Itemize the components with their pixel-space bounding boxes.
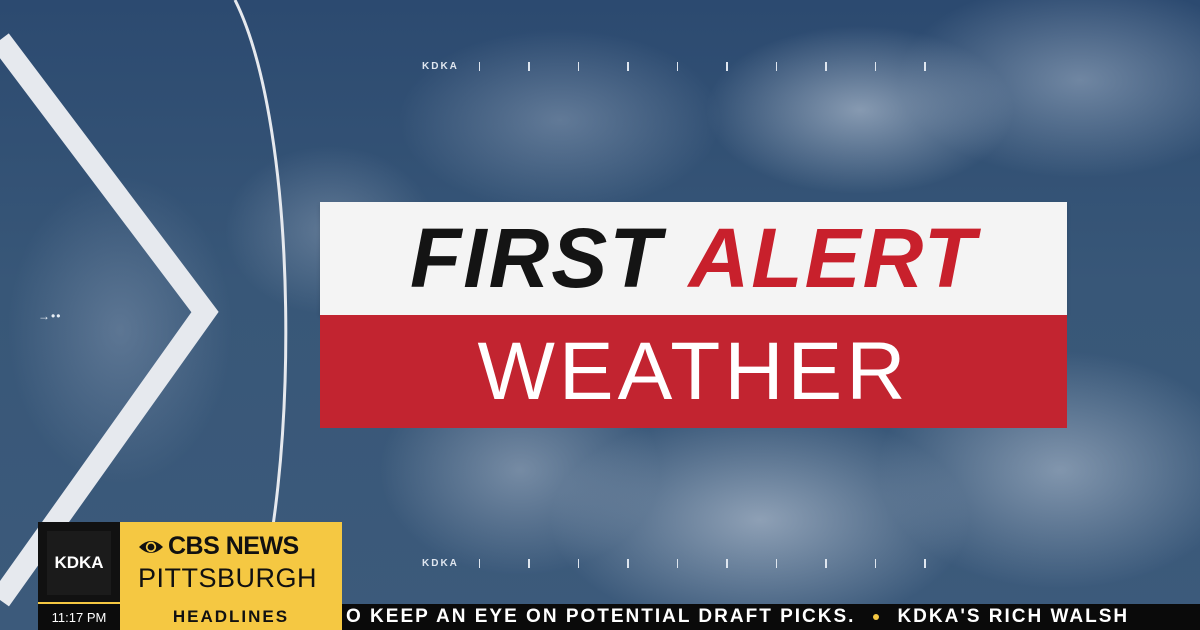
tick-mark [775, 558, 778, 568]
call-letters: KDKA [47, 531, 111, 595]
title-alert: ALERT [688, 211, 978, 305]
tick-mark [825, 61, 827, 71]
section-tag: HEADLINES [120, 604, 342, 630]
tick-mark [528, 61, 530, 71]
crawl-separator-dot [873, 614, 880, 620]
tick-mark [676, 558, 679, 568]
title-top-band: FIRST ALERT [320, 202, 1067, 315]
crawl-text-1: O KEEP AN EYE ON POTENTIAL DRAFT PICKS. [346, 606, 856, 627]
network-row: CBS NEWS [138, 532, 342, 561]
title-first: FIRST [409, 211, 663, 305]
lower-third-bar: 11:17 PM HEADLINES O KEEP AN EYE ON POTE… [38, 604, 1200, 630]
tick-mark [577, 558, 580, 568]
arrow-dots-icon: →•• [38, 309, 62, 323]
tick-mark [676, 61, 679, 71]
network-brand: CBS NEWS PITTSBURGH [120, 522, 342, 604]
bottom-ticker-row: KDKA [422, 557, 1102, 569]
tick-mark [924, 61, 926, 71]
tick-mark [627, 61, 629, 71]
station-logo-bug: KDKA CBS NEWS PITTSBURGH [38, 522, 342, 604]
title-bottom-band: WEATHER [320, 315, 1067, 428]
tick-mark [478, 558, 481, 568]
tick-mark [775, 61, 778, 71]
chevron-shape [0, 33, 219, 607]
network-name: CBS NEWS [168, 532, 299, 560]
crawl-text-2: KDKA'S RICH WALSH [897, 606, 1130, 627]
news-crawl: O KEEP AN EYE ON POTENTIAL DRAFT PICKS. … [342, 604, 1200, 630]
tick-mark [528, 558, 530, 568]
tick-mark [726, 558, 728, 568]
tick-mark [726, 61, 728, 71]
tick-mark [874, 558, 877, 568]
call-letters-box: KDKA [38, 522, 120, 604]
city-name: PITTSBURGH [138, 563, 318, 593]
tick-mark [478, 61, 481, 71]
top-ticker-row: KDKA [422, 60, 1102, 72]
tick-mark [627, 558, 629, 568]
first-alert-weather-title: FIRST ALERT WEATHER [320, 202, 1067, 428]
bottom-ticker-call-letters: KDKA [422, 557, 459, 569]
tick-mark [924, 558, 926, 568]
tick-mark [874, 61, 877, 71]
top-ticker-call-letters: KDKA [422, 60, 459, 72]
cbs-eye-icon [139, 540, 163, 553]
tick-mark [577, 61, 580, 71]
clock-time: 11:17 PM [38, 604, 120, 630]
tick-mark [825, 558, 827, 568]
